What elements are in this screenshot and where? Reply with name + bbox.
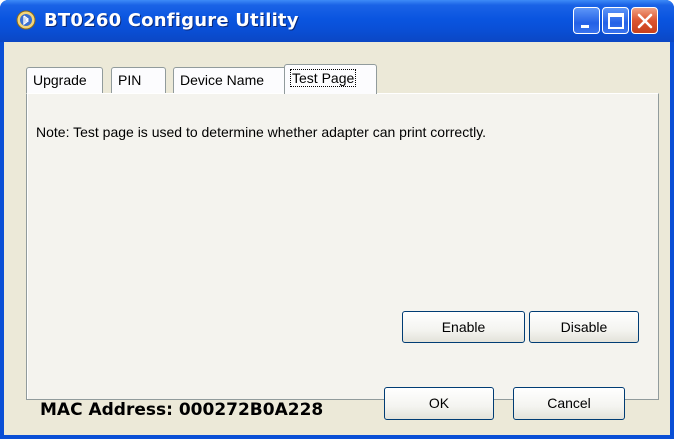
maximize-button[interactable]	[602, 7, 629, 34]
close-button[interactable]	[631, 7, 658, 34]
tab-upgrade[interactable]: Upgrade	[26, 67, 103, 93]
tab-label: Device Name	[180, 72, 265, 88]
tab-label: Upgrade	[33, 72, 87, 88]
minimize-icon	[581, 25, 589, 28]
tab-label: Test Page	[289, 69, 357, 87]
close-icon	[637, 13, 653, 29]
tab-pin[interactable]: PIN	[111, 67, 166, 93]
dialog-window: BT0260 Configure Utility Upgrade PIN Dev…	[0, 0, 674, 439]
enable-button[interactable]: Enable	[402, 311, 525, 343]
cancel-button[interactable]: Cancel	[513, 387, 625, 420]
tab-label: PIN	[118, 72, 142, 88]
disable-button[interactable]: Disable	[529, 311, 639, 343]
test-page-note: Note: Test page is used to determine whe…	[36, 124, 487, 140]
tab-device-name[interactable]: Device Name	[173, 67, 287, 93]
title-bar[interactable]: BT0260 Configure Utility	[0, 0, 674, 42]
bluetooth-app-icon	[16, 10, 36, 30]
dialog-client-area: Upgrade PIN Device Name Test Page Note: …	[4, 42, 670, 435]
tab-test-page[interactable]: Test Page	[284, 64, 377, 94]
ok-button[interactable]: OK	[384, 387, 494, 420]
maximize-icon	[608, 13, 624, 29]
mac-address-label: MAC Address: 000272B0A228	[40, 400, 324, 420]
minimize-button[interactable]	[573, 7, 600, 34]
window-title: BT0260 Configure Utility	[44, 10, 299, 31]
